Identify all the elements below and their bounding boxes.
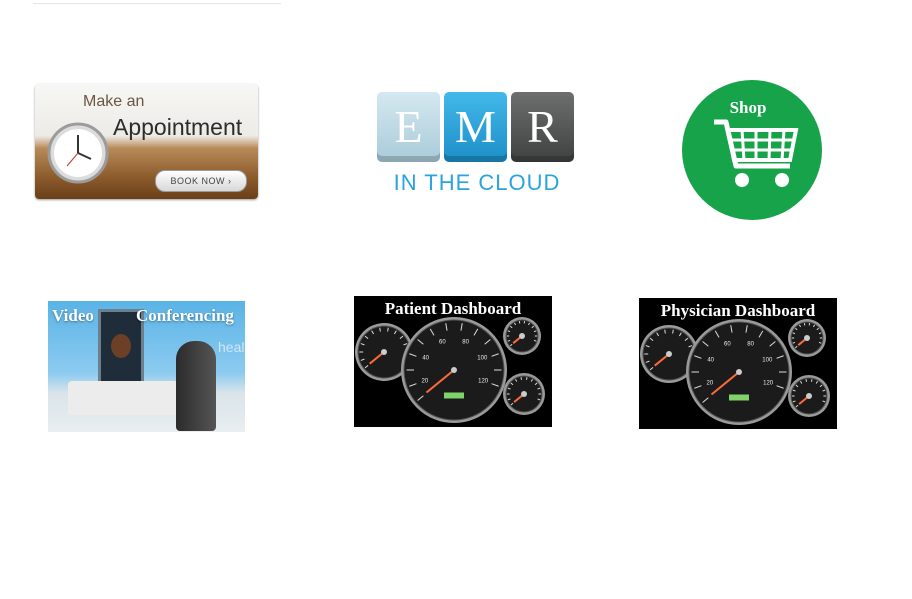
kiosk-desk <box>68 381 178 415</box>
gauge-tick-label: 60 <box>724 341 731 347</box>
patient-dashboard-title: Patient Dashboard <box>384 299 522 318</box>
gauge-tick-label: 20 <box>422 379 429 385</box>
conferencing-label: Conferencing <box>136 306 234 325</box>
physician-dashboard-title: Physician Dashboard <box>660 301 816 320</box>
clock-icon <box>47 122 109 184</box>
gauge-tick-label: 120 <box>478 379 489 385</box>
gauge-tick-label: 100 <box>762 357 773 363</box>
patient-figure <box>176 341 216 431</box>
image-credit: www.123rf.com <box>792 214 820 219</box>
physician-dashboard-tile[interactable]: 20 40 60 80 100 120 Physician Dashboard <box>639 298 837 429</box>
doctor-avatar <box>111 334 131 358</box>
speedometer-gauges-icon: 20 40 60 80 100 120 <box>355 317 545 423</box>
shopping-cart-icon <box>714 119 799 187</box>
gauge-tick-label: 80 <box>462 339 469 345</box>
gauge-tick-label: 40 <box>422 355 429 361</box>
video-label: Video <box>52 306 94 325</box>
gauge-tick-label: 20 <box>707 381 714 387</box>
patient-dashboard-tile[interactable]: 20 40 60 80 100 120 Patient Dashboard <box>354 296 552 427</box>
gauge-tick-label: 40 <box>707 357 714 363</box>
gauge-tick-label: 100 <box>477 355 488 361</box>
emr-key-m: M <box>444 92 507 162</box>
gauge-tick-label: 60 <box>439 339 446 345</box>
wall-text: healt <box>218 339 245 355</box>
top-divider <box>33 0 281 4</box>
book-now-button[interactable]: BOOK NOW › <box>155 170 247 192</box>
emr-key-e: E <box>377 92 440 162</box>
appointment-line1: Make an <box>83 93 145 110</box>
shop-tile[interactable]: Shop www.123rf.com <box>682 80 822 220</box>
appointment-line2: Appointment <box>113 114 243 140</box>
video-conferencing-tile[interactable]: healt Video Conferencing <box>48 301 245 432</box>
emr-in-the-cloud-tile[interactable]: E M R IN THE CLOUD <box>375 90 577 196</box>
emr-key-r: R <box>511 92 574 162</box>
emr-subtitle: IN THE CLOUD <box>393 170 561 195</box>
speedometer-gauges-icon: 20 40 60 80 100 120 <box>640 319 830 425</box>
gauge-tick-label: 120 <box>763 381 774 387</box>
make-appointment-tile[interactable]: Make an Appointment BOOK NOW › <box>35 84 258 199</box>
gauge-tick-label: 80 <box>747 341 754 347</box>
